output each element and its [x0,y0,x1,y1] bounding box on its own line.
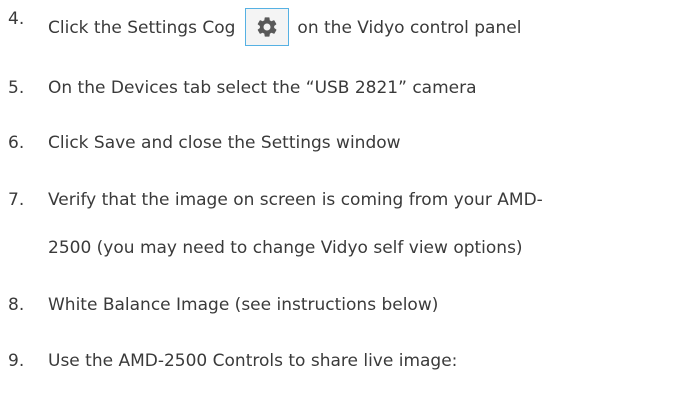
step-text-line-1: Verify that the image on screen is comin… [48,190,543,210]
step-text: On the Devices tab select the “USB 2821”… [48,78,477,98]
step-number: 7. [8,190,25,210]
step-text-part: on the Vidyo control panel [297,18,522,38]
step-number: 5. [8,78,25,98]
gear-icon [258,17,277,37]
gear-icon-box [245,8,290,46]
step-number: 4. [8,9,25,29]
step-number: 9. [8,351,25,371]
step-number: 8. [8,295,25,315]
step-text: Click the Settings Cog on the Vidyo cont… [48,8,522,47]
step-number: 6. [8,133,25,153]
step-text: Click Save and close the Settings window [48,133,401,153]
step-text-part: Click the Settings Cog [48,18,236,38]
step-text: White Balance Image (see instructions be… [48,295,439,315]
step-text: Use the AMD-2500 Controls to share live … [48,351,458,371]
step-text-line-2: 2500 (you may need to change Vidyo self … [48,238,523,258]
instruction-list: 4. Click the Settings Cog on the Vidyo c… [0,0,686,409]
